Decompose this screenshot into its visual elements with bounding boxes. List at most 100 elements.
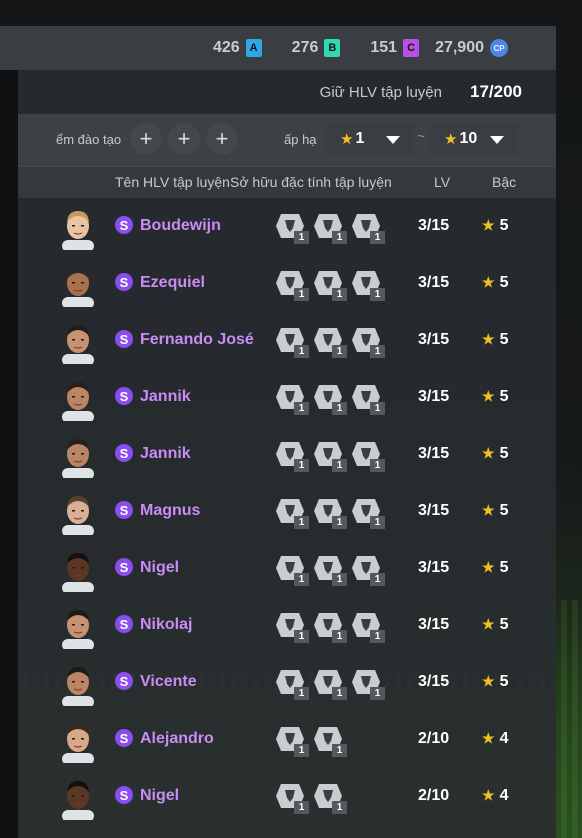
coach-row[interactable]: S Fernando José 1 1 1 3/15 ★ 5 <box>18 312 556 369</box>
trait-h-icon[interactable]: 1 <box>275 383 309 415</box>
avatar <box>60 320 96 364</box>
hold-value: 17/200 <box>470 82 522 101</box>
trait-c-icon[interactable]: 1 <box>351 269 385 301</box>
coach-name[interactable]: Nigel <box>140 559 179 577</box>
add-slot-1-button[interactable]: + <box>130 123 162 155</box>
star-icon: ★ <box>482 787 495 803</box>
filter-row: ểm đào tạo + + + ấp hạ ★ 1 ~ ★ 10 <box>18 114 556 167</box>
star-icon: ★ <box>482 274 495 290</box>
trait-list: 1 1 1 <box>275 554 385 586</box>
trait-b-icon[interactable]: 1 <box>313 554 347 586</box>
coach-name[interactable]: Vicente <box>140 673 197 691</box>
trait-d-icon[interactable]: 1 <box>275 269 309 301</box>
coach-grade: ★ 4 <box>482 730 509 747</box>
coach-grade: ★ 5 <box>482 388 509 405</box>
trait-a-icon[interactable]: 1 <box>275 212 309 244</box>
trait-a-icon[interactable]: 1 <box>313 668 347 700</box>
trait-list: 1 1 <box>275 782 347 814</box>
coach-name[interactable]: Magnus <box>140 502 200 520</box>
avatar <box>60 263 96 307</box>
coach-row[interactable]: S Ezequiel 1 1 1 3/15 ★ 5 <box>18 255 556 312</box>
trait-j-icon[interactable]: 1 <box>275 554 309 586</box>
trait-b-icon[interactable]: 1 <box>351 611 385 643</box>
coach-grade: ★ 5 <box>482 274 509 291</box>
trait-f-icon[interactable]: 1 <box>313 326 347 358</box>
coach-name[interactable]: Nigel <box>140 787 179 805</box>
trait-b-icon[interactable]: 1 <box>351 440 385 472</box>
currency-b: 276 B <box>292 39 341 57</box>
rarity-s-icon: S <box>115 330 133 348</box>
coach-row[interactable]: S Nigel 1 1 2/10 ★ 4 <box>18 768 556 825</box>
coach-row[interactable]: S Nigel 1 1 1 3/15 ★ 5 <box>18 540 556 597</box>
trait-a-icon[interactable]: 1 <box>275 611 309 643</box>
trait-list: 1 1 1 <box>275 212 385 244</box>
trait-i-icon[interactable]: 1 <box>313 383 347 415</box>
hold-row: Giữ HLV tập luyện 17/200 <box>18 70 556 114</box>
coach-row[interactable]: S Magnus 1 1 1 3/15 ★ 5 <box>18 483 556 540</box>
trait-list: 1 1 1 <box>275 668 385 700</box>
trait-d-icon[interactable]: 1 <box>275 668 309 700</box>
trait-f-icon[interactable]: 1 <box>313 497 347 529</box>
coach-row[interactable]: S Alejandro 1 1 2/10 ★ 4 <box>18 711 556 768</box>
rarity-s-icon: S <box>115 216 133 234</box>
trait-m-icon[interactable]: 1 <box>351 668 385 700</box>
col-name[interactable]: Tên HLV tập luyện <box>115 174 230 190</box>
col-traits[interactable]: Sở hữu đặc tính tập luyện <box>230 174 392 190</box>
trait-c-icon[interactable]: 1 <box>351 212 385 244</box>
coach-grade: ★ 5 <box>482 445 509 462</box>
coach-level: 3/15 <box>418 274 450 291</box>
trait-l-icon[interactable]: 1 <box>313 611 347 643</box>
coach-level: 3/15 <box>418 388 450 405</box>
coach-grade: ★ 5 <box>482 559 509 576</box>
trait-d-icon[interactable]: 1 <box>275 326 309 358</box>
hold-label: Giữ HLV tập luyện <box>319 83 442 101</box>
star-icon: ★ <box>482 616 495 632</box>
coach-name[interactable]: Nikolaj <box>140 616 192 634</box>
trait-b-icon[interactable]: 1 <box>313 212 347 244</box>
trait-e-icon[interactable]: 1 <box>313 269 347 301</box>
coach-name[interactable]: Fernando José <box>140 331 254 349</box>
rarity-s-icon: S <box>115 501 133 519</box>
trait-d-icon[interactable]: 1 <box>275 440 309 472</box>
star-icon: ★ <box>482 559 495 575</box>
trait-c-icon[interactable]: 1 <box>351 383 385 415</box>
token-a-icon: A <box>245 39 262 57</box>
trait-k-icon[interactable]: 1 <box>351 554 385 586</box>
coach-name[interactable]: Jannik <box>140 445 191 463</box>
trait-g-icon[interactable]: 1 <box>351 326 385 358</box>
coach-row[interactable]: S Boudewijn 1 1 1 3/15 ★ 5 <box>18 198 556 255</box>
star-icon: ★ <box>340 131 354 148</box>
trait-e-icon[interactable]: 1 <box>313 440 347 472</box>
token-b-icon: B <box>324 39 341 57</box>
avatar <box>60 776 96 820</box>
trait-j-icon[interactable]: 1 <box>275 782 309 814</box>
coach-row[interactable]: S Nikolaj 1 1 1 3/15 ★ 5 <box>18 597 556 654</box>
coach-name[interactable]: Alejandro <box>140 730 214 748</box>
trait-d-icon[interactable]: 1 <box>275 725 309 757</box>
col-grade[interactable]: Bậc <box>492 174 516 190</box>
coach-grade: ★ 5 <box>482 673 509 690</box>
col-lv[interactable]: LV <box>434 174 450 190</box>
trait-o-icon[interactable]: 1 <box>313 782 347 814</box>
rarity-s-icon: S <box>115 786 133 804</box>
rank-to-select[interactable]: ★ 10 <box>430 123 518 155</box>
chevron-down-icon <box>490 136 504 144</box>
coach-level: 3/15 <box>418 502 450 519</box>
avatar <box>60 434 96 478</box>
rank-from-select[interactable]: ★ 1 <box>326 123 414 155</box>
currency-a: 426 A <box>213 39 262 57</box>
coach-row[interactable]: S Vicente 1 1 1 3/15 ★ 5 <box>18 654 556 711</box>
trait-d-icon[interactable]: 1 <box>275 497 309 529</box>
coach-row[interactable]: S Jannik 1 1 1 3/15 ★ 5 <box>18 426 556 483</box>
coach-row[interactable]: S Jannik 1 1 1 3/15 ★ 5 <box>18 369 556 426</box>
coach-name[interactable]: Boudewijn <box>140 217 221 235</box>
coach-name[interactable]: Ezequiel <box>140 274 205 292</box>
star-icon: ★ <box>444 131 458 148</box>
trait-c-icon[interactable]: 1 <box>351 497 385 529</box>
add-slot-2-button[interactable]: + <box>168 123 200 155</box>
add-slot-3-button[interactable]: + <box>206 123 238 155</box>
star-icon: ★ <box>482 502 495 518</box>
trait-n-icon[interactable]: 1 <box>313 725 347 757</box>
coach-list: S Boudewijn 1 1 1 3/15 ★ 5 S Ezequiel 1 … <box>18 198 556 825</box>
coach-name[interactable]: Jannik <box>140 388 191 406</box>
